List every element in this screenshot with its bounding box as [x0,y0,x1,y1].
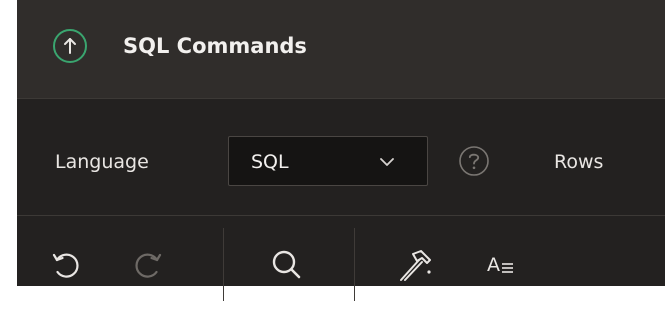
toolbar-separator [354,228,355,301]
redo-icon[interactable] [131,248,165,282]
up-arrow-circle-icon[interactable] [53,29,87,63]
hammer-icon[interactable] [396,246,436,286]
rows-label: Rows [554,151,604,173]
toolbar-divider [17,215,665,216]
format-label: A [487,254,500,276]
chevron-down-icon [380,158,394,166]
format-text-icon [502,263,513,273]
sql-commands-panel: SQL Commands Language SQL Rows A [17,0,665,301]
header-divider [17,98,665,99]
language-select[interactable]: SQL [228,136,428,186]
undo-icon[interactable] [49,248,83,282]
language-select-value: SQL [251,151,289,173]
panel-header: SQL Commands [17,0,665,98]
help-circle-icon[interactable] [457,144,491,178]
search-icon[interactable] [268,246,306,284]
language-label: Language [55,151,149,173]
toolbar-separator [223,228,224,301]
page-title: SQL Commands [123,34,307,58]
